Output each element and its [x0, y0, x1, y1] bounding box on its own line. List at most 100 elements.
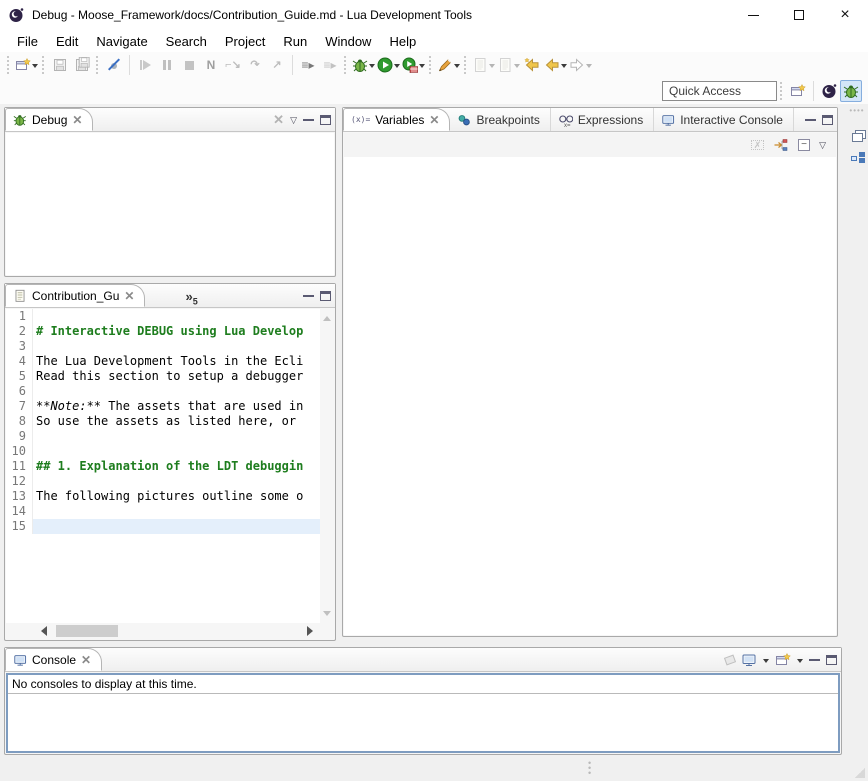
line-text[interactable]: # Interactive DEBUG using Lua Develop	[33, 324, 320, 339]
run-button[interactable]	[376, 54, 401, 76]
open-console-button[interactable]	[775, 652, 791, 668]
open-perspective-button[interactable]	[787, 80, 809, 102]
console-content[interactable]: No consoles to display at this time.	[6, 673, 840, 753]
scroll-right-icon[interactable]	[307, 626, 318, 636]
variables-content[interactable]	[344, 157, 836, 635]
line-number[interactable]: 15	[6, 519, 33, 534]
line-number[interactable]: 7	[6, 399, 33, 414]
use-step-filters-button[interactable]: ≡▸	[297, 54, 319, 76]
editor-line[interactable]: 6	[6, 384, 320, 399]
debug-tab-close-icon[interactable]: ✕	[72, 113, 82, 127]
menu-window[interactable]: Window	[316, 32, 380, 51]
debug-view-menu-button[interactable]: ▽	[290, 115, 297, 126]
line-number[interactable]: 8	[6, 414, 33, 429]
editor-line[interactable]: 1	[6, 309, 320, 324]
line-number[interactable]: 4	[6, 354, 33, 369]
line-text[interactable]	[33, 339, 320, 354]
menu-file[interactable]: File	[8, 32, 47, 51]
editor-line[interactable]: 5Read this section to setup a debugger	[6, 369, 320, 384]
line-number[interactable]: 10	[6, 444, 33, 459]
new-wizard-button[interactable]	[14, 54, 39, 76]
resize-grip[interactable]	[855, 768, 865, 778]
tab-debug[interactable]: Debug ✕	[5, 108, 93, 131]
console-minimize-button[interactable]	[809, 659, 820, 661]
editor-vertical-scrollbar[interactable]	[320, 309, 334, 623]
lua-perspective-button[interactable]	[818, 80, 840, 102]
debug-minimize-button[interactable]	[303, 119, 314, 121]
editor-line[interactable]: 2# Interactive DEBUG using Lua Develop	[6, 324, 320, 339]
line-text[interactable]	[33, 429, 320, 444]
editor-line[interactable]: 13The following pictures outline some o	[6, 489, 320, 504]
console-tab-close-icon[interactable]: ✕	[81, 653, 91, 667]
display-selected-console-button[interactable]	[741, 652, 757, 668]
variables-tab-close-icon[interactable]: ✕	[429, 113, 439, 127]
line-text[interactable]	[33, 504, 320, 519]
show-logical-structure-button[interactable]	[773, 137, 789, 153]
editor-line[interactable]: 4The Lua Development Tools in the Ecli	[6, 354, 320, 369]
editor-line[interactable]: 11## 1. Explanation of the LDT debuggin	[6, 459, 320, 474]
line-number[interactable]: 3	[6, 339, 33, 354]
editor-line[interactable]: 15	[6, 519, 320, 534]
editor-line[interactable]: 8So use the assets as listed here, or	[6, 414, 320, 429]
scroll-down-icon[interactable]	[323, 611, 331, 620]
line-number[interactable]: 14	[6, 504, 33, 519]
outline-view-button[interactable]	[851, 156, 857, 161]
line-text[interactable]	[33, 444, 320, 459]
tab-variables[interactable]: (x)= Variables ✕	[343, 108, 450, 131]
back-button[interactable]	[543, 54, 568, 76]
line-text[interactable]: **Note:** The assets that are used in	[33, 399, 320, 414]
quick-access-input[interactable]: Quick Access	[662, 81, 777, 101]
tab-expressions[interactable]: Expressions	[551, 108, 654, 131]
line-number[interactable]: 11	[6, 459, 33, 474]
line-number[interactable]: 2	[6, 324, 33, 339]
window-maximize-button[interactable]	[776, 0, 822, 30]
line-number[interactable]: 6	[6, 384, 33, 399]
editor-line[interactable]: 9	[6, 429, 320, 444]
editor-maximize-button[interactable]	[320, 291, 331, 301]
editor-lines[interactable]: 12# Interactive DEBUG using Lua Develop3…	[6, 309, 320, 623]
line-text[interactable]	[33, 519, 320, 534]
menu-edit[interactable]: Edit	[47, 32, 87, 51]
tab-interactive-console[interactable]: Interactive Console	[654, 108, 794, 131]
editor-line[interactable]: 10	[6, 444, 320, 459]
line-text[interactable]	[33, 474, 320, 489]
line-number[interactable]: 13	[6, 489, 33, 504]
line-text[interactable]: The following pictures outline some o	[33, 489, 320, 504]
editor-line[interactable]: 12	[6, 474, 320, 489]
hidden-editors-chevron[interactable]: »5	[185, 289, 197, 307]
menu-help[interactable]: Help	[380, 32, 425, 51]
last-edit-location-button[interactable]	[521, 54, 543, 76]
tab-console[interactable]: Console ✕	[5, 648, 102, 671]
debug-view-content[interactable]	[6, 133, 334, 275]
menu-run[interactable]: Run	[274, 32, 316, 51]
editor-horizontal-scrollbar[interactable]	[34, 623, 320, 639]
line-number[interactable]: 5	[6, 369, 33, 384]
trim-drag-handle[interactable]: ••••	[849, 106, 864, 115]
menu-navigate[interactable]: Navigate	[87, 32, 156, 51]
pen-tool-button[interactable]	[436, 54, 461, 76]
editor-line[interactable]: 14	[6, 504, 320, 519]
editor-line[interactable]: 7**Note:** The assets that are used in	[6, 399, 320, 414]
menu-search[interactable]: Search	[157, 32, 216, 51]
variables-view-menu-button[interactable]: ▽	[819, 140, 826, 151]
menu-project[interactable]: Project	[216, 32, 274, 51]
collapse-all-button[interactable]: −	[798, 139, 810, 151]
console-maximize-button[interactable]	[826, 655, 837, 665]
line-text[interactable]	[33, 309, 320, 324]
tab-breakpoints[interactable]: Breakpoints	[450, 108, 550, 131]
display-console-dropdown-icon[interactable]	[763, 659, 769, 666]
line-text[interactable]: So use the assets as listed here, or	[33, 414, 320, 429]
scrollbar-thumb[interactable]	[56, 625, 118, 637]
editor-line[interactable]: 3	[6, 339, 320, 354]
variables-minimize-button[interactable]	[805, 119, 816, 121]
external-tools-button[interactable]	[401, 54, 426, 76]
line-text[interactable]: ## 1. Explanation of the LDT debuggin	[33, 459, 320, 474]
statusbar-drag-handle[interactable]: •••	[588, 761, 591, 776]
debug-maximize-button[interactable]	[320, 115, 331, 125]
line-number[interactable]: 9	[6, 429, 33, 444]
line-text[interactable]: The Lua Development Tools in the Ecli	[33, 354, 320, 369]
open-console-dropdown-icon[interactable]	[797, 659, 803, 666]
line-text[interactable]	[33, 384, 320, 399]
tab-contribution-guide[interactable]: Contribution_Gu ✕	[5, 284, 145, 307]
debug-perspective-button[interactable]	[840, 80, 862, 102]
